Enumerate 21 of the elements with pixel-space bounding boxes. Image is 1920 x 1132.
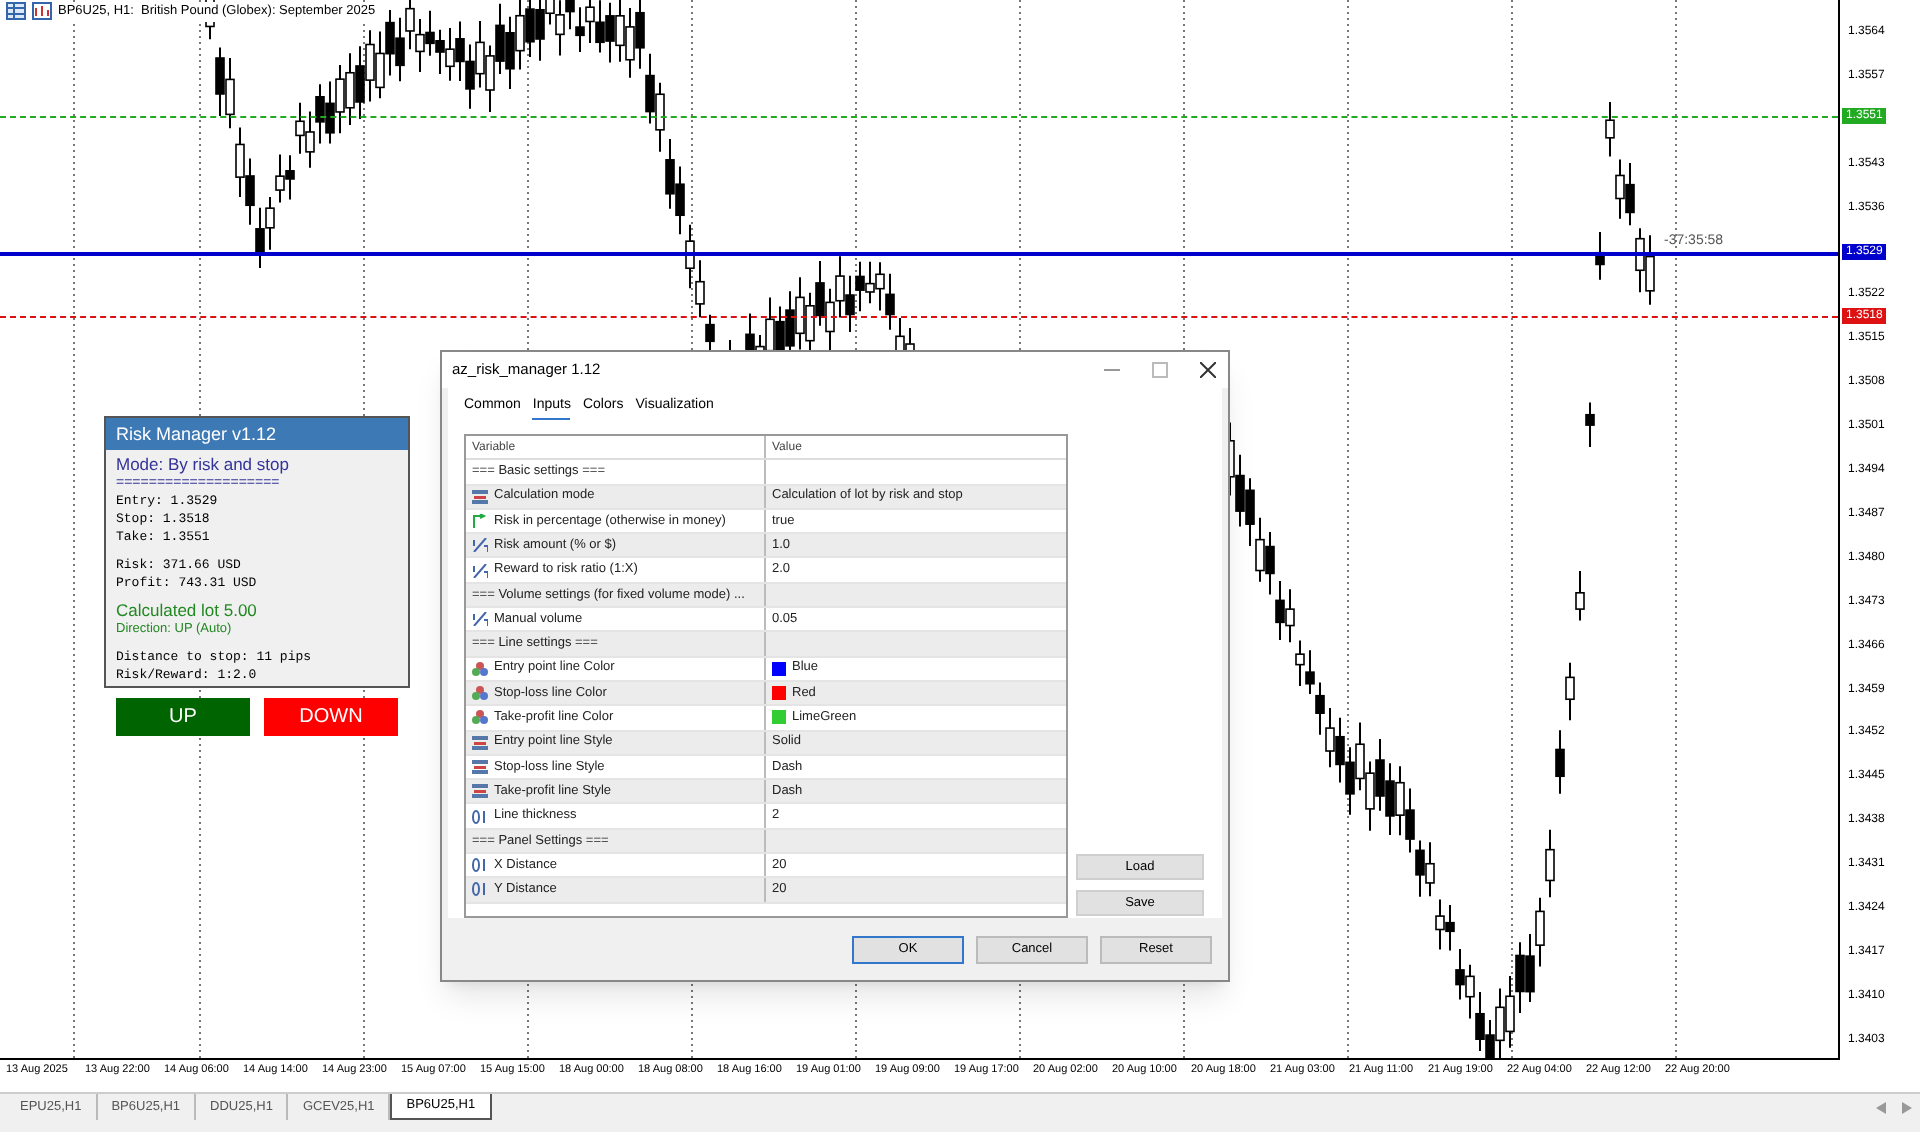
list-icon — [472, 784, 488, 799]
close-icon[interactable] — [1200, 362, 1216, 378]
digits-icon — [472, 882, 488, 897]
arrow-icon — [472, 514, 488, 529]
list-icon — [472, 760, 488, 774]
list-icon — [472, 735, 488, 750]
fraction-icon — [472, 612, 488, 627]
panel-title: Risk Manager v1.12 — [106, 418, 408, 450]
maximize-icon[interactable] — [1152, 362, 1168, 378]
grid-icon — [6, 2, 26, 21]
panel-text: Calculated lot 5.00 — [116, 602, 259, 620]
panel-text: Mode: By risk and stop — [116, 456, 291, 474]
up-button[interactable]: UP — [116, 698, 250, 736]
digits-icon — [472, 858, 488, 873]
fraction-icon — [472, 563, 488, 578]
digits-icon — [472, 809, 488, 824]
scroll-left-icon[interactable] — [1876, 1102, 1886, 1114]
list-icon — [472, 489, 488, 504]
scroll-right-icon[interactable] — [1902, 1102, 1912, 1114]
fraction-icon — [472, 538, 488, 553]
down-button[interactable]: DOWN — [264, 698, 398, 736]
